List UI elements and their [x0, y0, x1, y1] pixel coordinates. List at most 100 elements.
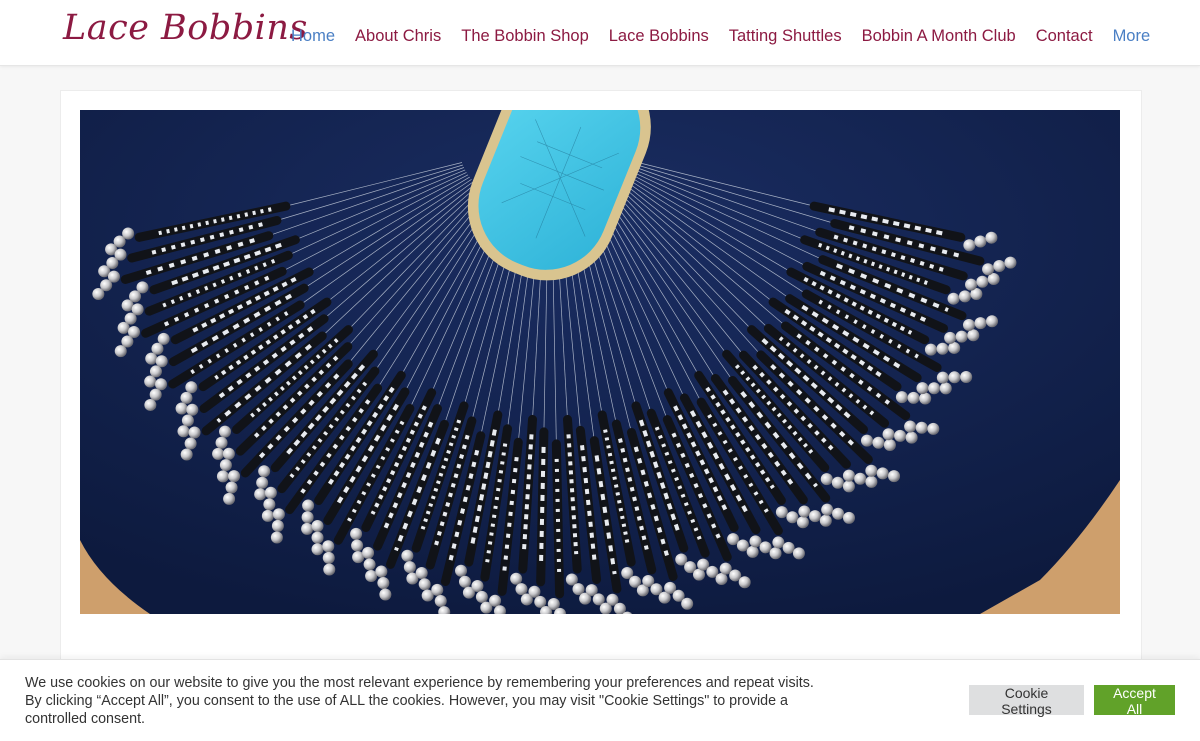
spangle-bead [475, 590, 488, 603]
spangle-bead [924, 343, 937, 356]
nav-item-about-chris[interactable]: About Chris [345, 24, 451, 48]
spangle-bead [947, 292, 960, 305]
spangle-bead [746, 545, 759, 558]
spangle-bead [117, 321, 130, 334]
spangle-bead [974, 235, 987, 248]
site-logo[interactable]: Lace Bobbins [63, 8, 308, 48]
spangle-bead [322, 551, 335, 564]
cookie-settings-button[interactable]: Cookie Settings [969, 685, 1084, 717]
spangle-bead [904, 420, 917, 433]
spangle-bead [302, 499, 315, 512]
nav-item-home[interactable]: Home [281, 24, 345, 48]
spangle-bead [547, 598, 560, 611]
spangle-bead [796, 516, 809, 529]
spangle-bead [786, 511, 799, 524]
spangle-bead [225, 481, 238, 494]
spangle-bead [155, 355, 168, 368]
spangle-bead [458, 575, 471, 588]
spangle-bead [185, 381, 198, 394]
cookie-message: We use cookies on our website to give yo… [25, 675, 814, 727]
spangle-bead [993, 259, 1006, 272]
spangle-bead [254, 488, 267, 501]
nav-item-more[interactable]: More [1103, 24, 1161, 48]
hero-illustration [80, 110, 1120, 614]
spangle-bead [843, 511, 856, 524]
spangle-bead [534, 595, 547, 608]
spangle-bead [471, 580, 484, 593]
spangle-bead [528, 585, 541, 598]
spangle-bead [311, 531, 324, 544]
spangle-bead [181, 414, 194, 427]
spangle-bead [510, 572, 523, 585]
spangle-bead [819, 514, 832, 527]
nav-item-tatting-shuttles[interactable]: Tatting Shuttles [719, 24, 852, 48]
spangle-bead [223, 492, 236, 505]
spangle-bead [415, 567, 428, 580]
spangle-bead [936, 342, 949, 355]
spangle-bead [144, 375, 157, 388]
spangle-bead [180, 448, 193, 461]
nav-item-contact[interactable]: Contact [1026, 24, 1103, 48]
spangle-bead [832, 507, 845, 520]
spangle-bead [749, 535, 762, 548]
spangle-bead [145, 352, 158, 365]
spangle-bead [960, 370, 973, 383]
spangle-bead [219, 459, 232, 472]
spangle-bead [228, 470, 241, 483]
spangle-bead [455, 564, 468, 577]
spangle-bead [948, 371, 961, 384]
spangle-bead [876, 467, 889, 480]
spangle-bead [958, 290, 971, 303]
spangle-bead [157, 332, 170, 345]
spangle-bead [928, 382, 941, 395]
nav-item-bobbin-shop[interactable]: The Bobbin Shop [451, 24, 599, 48]
spangle-bead [872, 436, 885, 449]
spangle-bead [219, 425, 232, 438]
spangle-bead [967, 329, 980, 342]
spangle-bead [270, 531, 283, 544]
spangle-bead [962, 318, 975, 331]
spangle-bead [114, 345, 127, 358]
spangle-bead [188, 426, 201, 439]
spangle-bead [986, 315, 999, 328]
spangle-bead [821, 503, 834, 516]
spangle-bead [1004, 256, 1017, 269]
spangle-bead [258, 465, 271, 478]
spangle-bead [715, 573, 728, 586]
accept-all-button[interactable]: Accept All [1094, 685, 1175, 717]
spangle-bead [792, 547, 805, 560]
spangle-bead [907, 391, 920, 404]
spangle-bead [379, 588, 392, 601]
spangle-bead [261, 509, 274, 522]
site-header: Lace Bobbins Home About Chris The Bobbin… [0, 0, 1200, 66]
spangle-bead [842, 469, 855, 482]
spangle-bead [418, 578, 431, 591]
spangle-bead [865, 475, 878, 488]
spangle-bead [351, 539, 364, 552]
spangle-bead [944, 331, 957, 344]
spangle-bead [177, 425, 190, 438]
nav-item-bobbin-a-month-club[interactable]: Bobbin A Month Club [852, 24, 1026, 48]
spangle-bead [919, 392, 932, 405]
spangle-bead [939, 382, 952, 395]
spangle-bead [888, 470, 901, 483]
spangle-bead [489, 594, 502, 607]
spangle-bead [782, 541, 795, 554]
spangle-bead [860, 434, 873, 447]
spangle-bead [865, 464, 878, 477]
spangle-bead [256, 476, 269, 489]
spangle-bead [212, 447, 225, 460]
spangle-bead [322, 540, 335, 553]
spangle-bead [264, 486, 277, 499]
spangle-bead [363, 558, 376, 571]
spangle-bead [905, 431, 918, 444]
spangle-bead [955, 330, 968, 343]
spangle-bead [263, 498, 276, 511]
spangle-bead [976, 275, 989, 288]
nav-item-lace-bobbins[interactable]: Lace Bobbins [599, 24, 719, 48]
spangle-bead [936, 371, 949, 384]
spangle-bead [149, 388, 162, 401]
spangle-bead [144, 398, 157, 411]
spangle-bead [759, 541, 772, 554]
cookie-consent-bar: We use cookies on our website to give yo… [0, 659, 1200, 741]
